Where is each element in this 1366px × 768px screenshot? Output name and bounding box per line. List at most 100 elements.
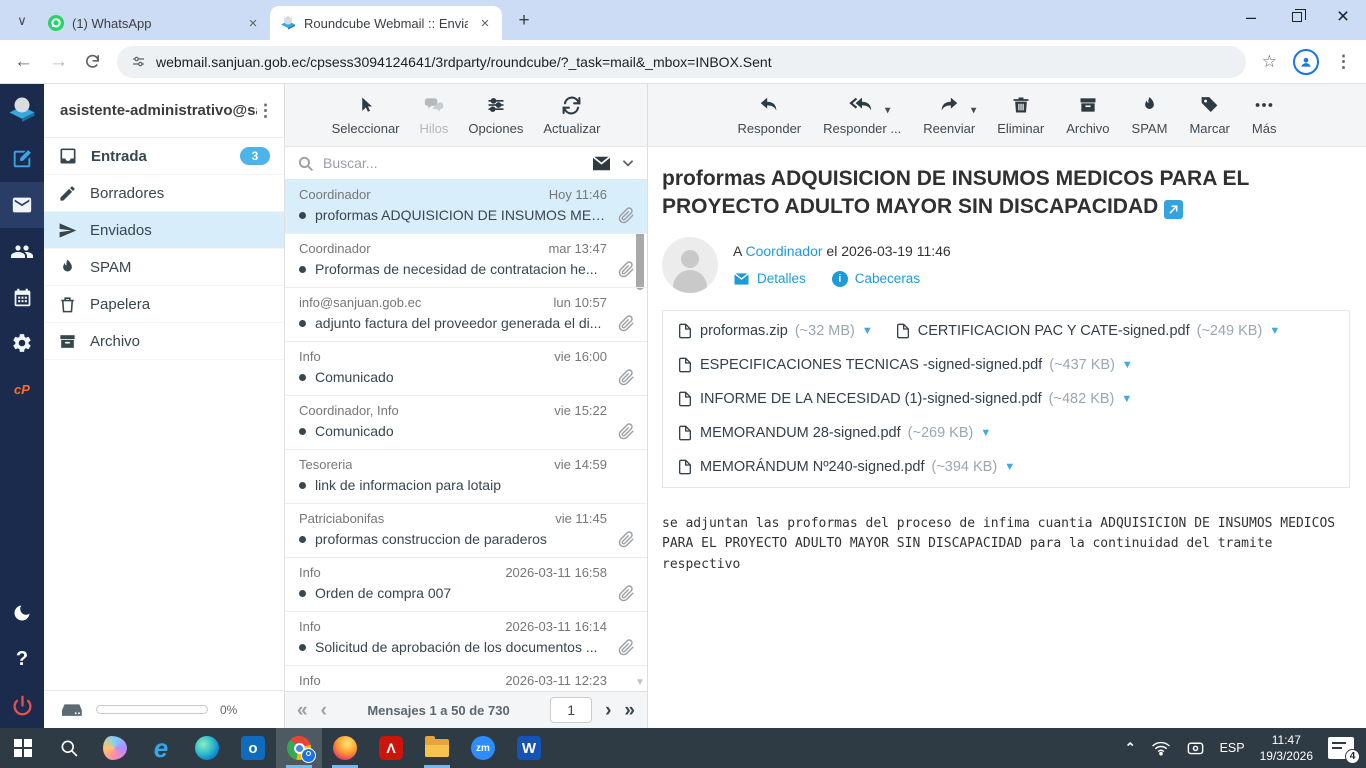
options-button[interactable]: Opciones [468,93,523,140]
prev-page-icon[interactable]: ‹ [321,701,327,720]
site-settings-icon[interactable] [131,54,146,69]
attachment-item[interactable]: MEMORÁNDUM Nº240-signed.pdf (~394 KB) [671,450,1031,484]
account-menu-icon[interactable] [257,101,274,121]
folder-entrada[interactable]: Entrada 3 [44,138,284,175]
attachment-dropdown-icon[interactable] [1004,461,1015,473]
dark-mode-moon-icon[interactable] [0,590,44,636]
tab-roundcube[interactable]: Roundcube Webmail :: Enviados [270,6,502,40]
last-page-icon[interactable]: » [624,701,635,720]
settings-nav-button[interactable] [0,320,44,366]
delete-button[interactable]: Eliminar [997,93,1044,140]
attachment-dropdown-icon[interactable] [862,325,873,337]
forward-dropdown-icon[interactable] [971,105,976,116]
edge-button[interactable] [184,728,230,768]
firefox-button[interactable] [322,728,368,768]
message-row[interactable]: Info vie 16:00 Comunicado [285,342,647,396]
outlook-button[interactable] [230,728,276,768]
internet-explorer-button[interactable] [138,728,184,768]
tab-close-icon[interactable] [476,14,494,32]
bookmark-star-icon[interactable] [1262,52,1277,72]
mark-button[interactable]: Marcar [1189,93,1230,140]
attachment-item[interactable]: MEMORANDUM 28-signed.pdf (~269 KB) [671,416,1007,450]
reload-icon[interactable] [84,53,101,70]
open-in-new-window-icon[interactable] [1164,200,1184,220]
headers-toggle[interactable]: Cabeceras [831,270,920,287]
new-tab-button[interactable] [510,7,538,35]
forward-button[interactable]: Reenviar [923,93,975,140]
reply-button[interactable]: Responder [738,93,801,140]
attachment-dropdown-icon[interactable] [980,427,991,439]
threads-button[interactable]: Hilos [420,93,448,140]
message-row[interactable]: Info 2026-03-11 16:14 Solicitud de aprob… [285,612,647,666]
next-page-icon[interactable]: › [605,701,611,720]
message-row[interactable]: Tesoreria vie 14:59 link de informacion … [285,450,647,504]
url-bar[interactable]: webmail.sanjuan.gob.ec/cpsess3094124641/… [117,45,1246,78]
browser-menu-icon[interactable] [1335,52,1352,72]
logout-power-button[interactable] [0,682,44,728]
file-explorer-button[interactable] [414,728,460,768]
taskbar-search-button[interactable] [46,728,92,768]
attachment-item[interactable]: proformas.zip (~32 MB) [671,314,889,348]
folder-spam[interactable]: SPAM [44,249,284,286]
message-row[interactable]: Coordinador mar 13:47 Proformas de neces… [285,234,647,288]
tab-close-icon[interactable] [244,14,262,32]
taskbar-clock[interactable]: 11:47 19/3/2026 [1260,732,1313,764]
wifi-icon[interactable] [1151,740,1171,756]
tab-whatsapp[interactable]: (1) WhatsApp [38,6,270,40]
message-row[interactable]: Coordinador, Info vie 15:22 Comunicado [285,396,647,450]
browser-profile-icon[interactable] [1293,48,1319,75]
message-row[interactable]: Patriciabonifas vie 11:45 proformas cons… [285,504,647,558]
acrobat-button[interactable] [368,728,414,768]
attachment-dropdown-icon[interactable] [1122,359,1133,371]
compose-button[interactable] [0,136,44,182]
attachment-item[interactable]: CERTIFICACION PAC Y CATE-signed.pdf (~24… [889,314,1296,348]
archive-button[interactable]: Archivo [1066,93,1110,140]
maximize-button[interactable] [1274,0,1320,34]
forward-icon[interactable]: → [49,52,68,71]
folder-archivo[interactable]: Archivo [44,323,284,360]
tab-search-icon[interactable] [8,7,36,35]
copilot-button[interactable] [92,728,138,768]
select-button[interactable]: Seleccionar [332,93,400,140]
calendar-nav-button[interactable] [0,274,44,320]
tray-expand-icon[interactable] [1125,740,1136,756]
close-button[interactable] [1320,0,1366,34]
help-button[interactable] [0,636,44,682]
first-page-icon[interactable]: « [297,701,308,720]
search-options-chevron-icon[interactable] [621,156,635,170]
recipient-link[interactable]: Coordinador [745,243,822,259]
more-button[interactable]: Más [1252,93,1276,140]
message-row[interactable]: Info 2026-03-11 12:23 [285,666,647,691]
minimize-button[interactable] [1228,0,1274,34]
cpanel-logo[interactable] [0,366,44,412]
word-button[interactable] [506,728,552,768]
spam-button[interactable]: SPAM [1132,93,1167,140]
page-number-input[interactable] [550,697,593,723]
folder-enviados[interactable]: Enviados [44,212,284,249]
message-row[interactable]: info@sanjuan.gob.ec lun 10:57 adjunto fa… [285,288,647,342]
chrome-button[interactable] [276,728,322,768]
attachment-dropdown-icon[interactable] [1269,325,1280,337]
attachment-item[interactable]: INFORME DE LA NECESIDAD (1)-signed-signe… [671,382,1148,416]
zoom-button[interactable] [460,728,506,768]
language-indicator[interactable]: ESP [1220,741,1245,755]
search-scope-mail-icon[interactable] [591,155,612,172]
start-button[interactable] [0,728,46,768]
file-explorer-icon [425,736,449,757]
message-row[interactable]: Coordinador Hoy 11:46 proformas ADQUISIC… [285,180,647,234]
reply-all-button[interactable]: Responder ... [823,93,901,140]
contacts-nav-button[interactable] [0,228,44,274]
back-icon[interactable]: ← [14,52,33,71]
attachment-item[interactable]: ESPECIFICACIONES TECNICAS -signed-signed… [671,348,1149,382]
reply-all-dropdown-icon[interactable] [885,105,890,116]
notification-center-icon[interactable]: 4 [1328,737,1360,764]
folder-papelera[interactable]: Papelera [44,286,284,323]
meet-now-icon[interactable] [1186,740,1205,756]
folder-borradores[interactable]: Borradores [44,175,284,212]
search-input[interactable] [323,155,582,171]
attachment-dropdown-icon[interactable] [1121,393,1132,405]
refresh-button[interactable]: Actualizar [543,93,600,140]
mail-nav-button[interactable] [0,182,44,228]
message-row[interactable]: Info 2026-03-11 16:58 Orden de compra 00… [285,558,647,612]
details-toggle[interactable]: Detalles [733,271,806,286]
